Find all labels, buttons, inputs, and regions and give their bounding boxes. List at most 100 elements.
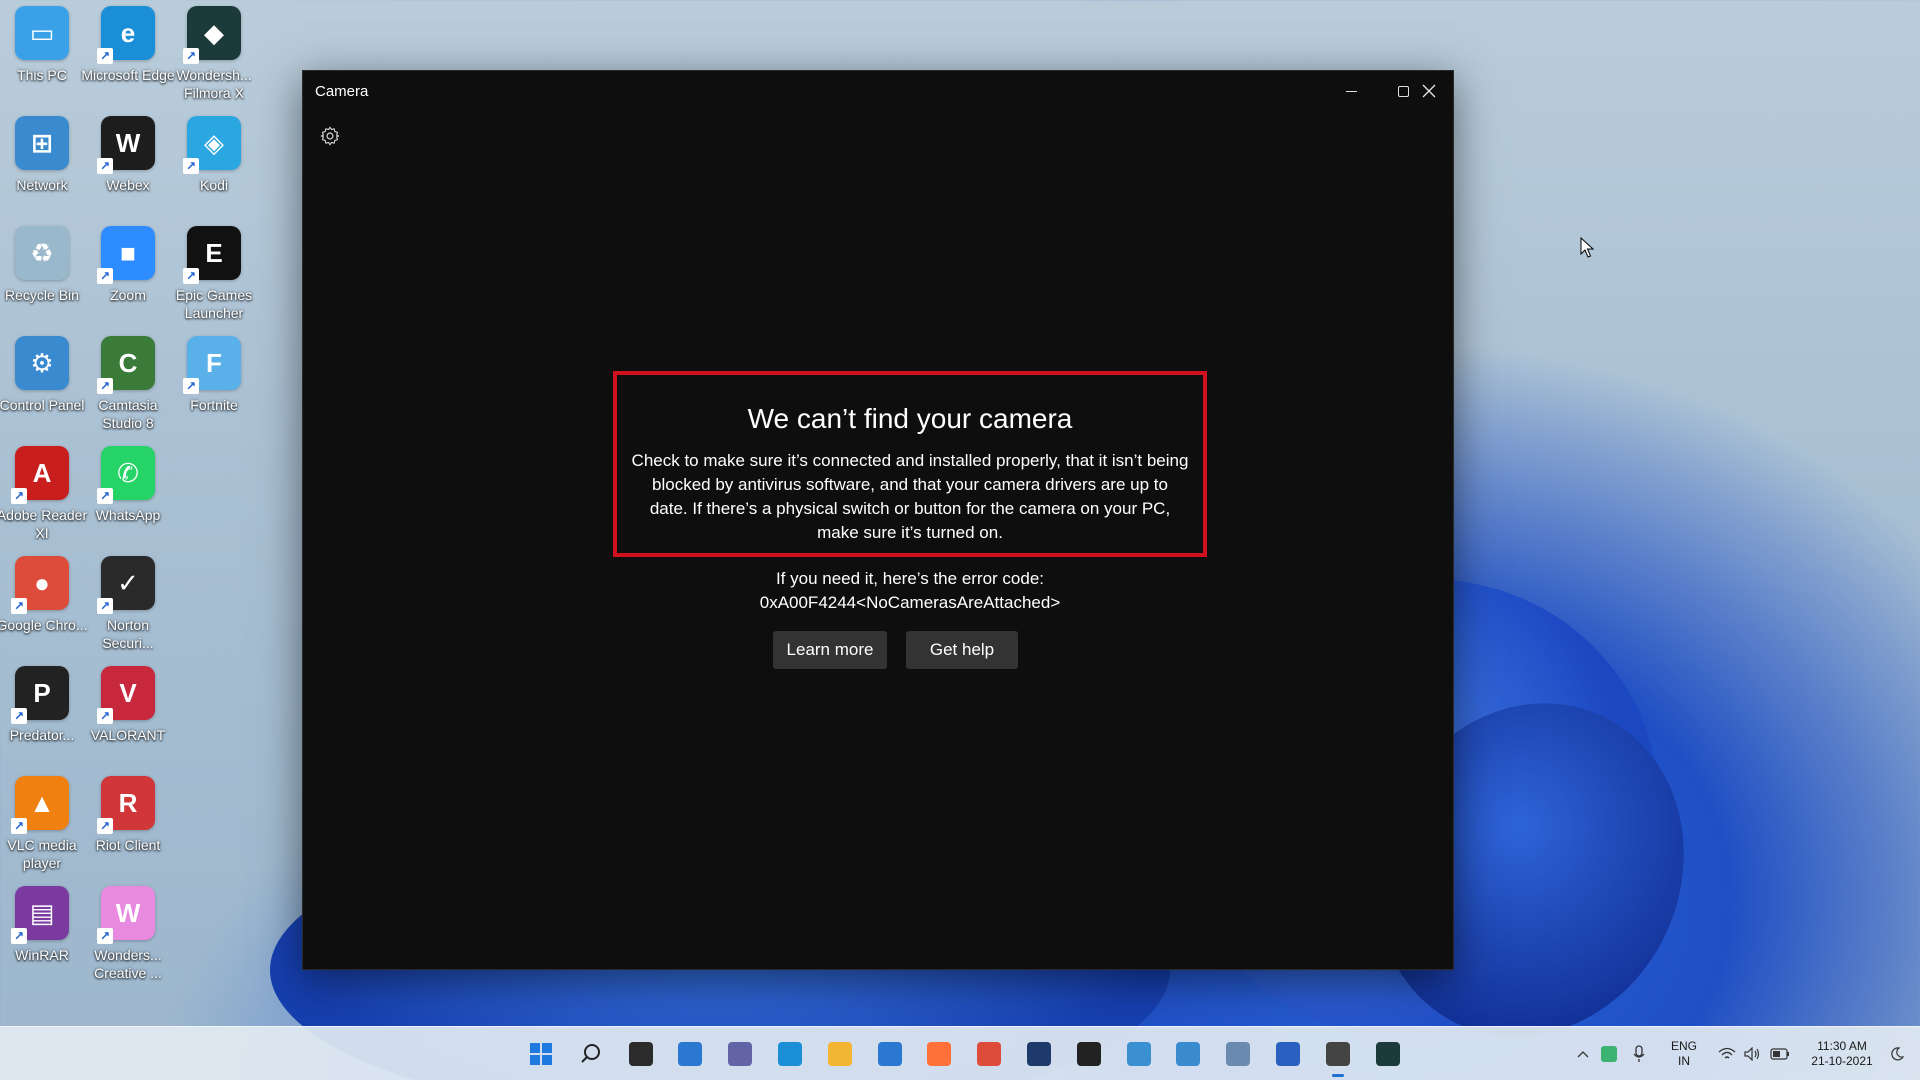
taskbar-button[interactable]	[823, 1037, 857, 1071]
globe-app-icon	[1127, 1042, 1151, 1066]
taskbar-button[interactable]	[1171, 1037, 1205, 1071]
desktop-icon[interactable]: ✆ ↗ WhatsApp	[85, 440, 171, 550]
shortcut-arrow-icon: ↗	[97, 158, 113, 174]
desktop-icon-label: Microsoft Edge	[81, 67, 175, 83]
desktop-icon-label: WinRAR	[15, 947, 69, 963]
store-icon	[1276, 1042, 1300, 1066]
settings-button[interactable]	[315, 121, 345, 151]
desktop-icon[interactable]: ⚙ Control Panel	[0, 330, 85, 440]
desktop-icon-label: Fortnite	[190, 397, 238, 413]
desktop-icon[interactable]: C ↗ Camtasia Studio 8	[85, 330, 171, 440]
task-view-icon	[629, 1042, 653, 1066]
wifi-icon	[1718, 1047, 1736, 1059]
edge-icon	[778, 1042, 802, 1066]
filmora-icon	[1376, 1042, 1400, 1066]
taskbar-button[interactable]	[1271, 1037, 1305, 1071]
desktop-icon[interactable]: ■ ↗ Zoom	[85, 220, 171, 330]
shortcut-arrow-icon: ↗	[183, 48, 199, 64]
desktop-icon[interactable]: ▤ ↗ WinRAR	[0, 880, 85, 990]
taskbar-button[interactable]	[873, 1037, 907, 1071]
desktop-icon[interactable]: ▭ This PC	[0, 0, 85, 110]
taskbar-button[interactable]	[922, 1037, 956, 1071]
desktop-icon[interactable]: W ↗ Webex	[85, 110, 171, 220]
desktop-icon[interactable]: ◈ ↗ Kodi	[171, 110, 257, 220]
title-bar[interactable]: Camera	[303, 71, 1453, 111]
desktop-icon[interactable]: ◆ ↗ Wondersh... Filmora X	[171, 0, 257, 110]
desktop-icon[interactable]: E ↗ Epic Games Launcher	[171, 220, 257, 330]
taskbar-button[interactable]	[624, 1037, 658, 1071]
moon-icon	[1891, 1047, 1904, 1061]
photos-icon	[1226, 1042, 1250, 1066]
desktop-icon[interactable]: ✓ ↗ Norton Securi...	[85, 550, 171, 660]
show-hidden-icons-button[interactable]	[1572, 1045, 1594, 1063]
firefox-icon	[927, 1042, 951, 1066]
start-icon	[529, 1042, 553, 1066]
minimize-button[interactable]	[1325, 71, 1377, 111]
taskbar-button[interactable]	[1022, 1037, 1056, 1071]
desktop-icon-label: Zoom	[110, 287, 146, 303]
microphone-button[interactable]	[1624, 1045, 1654, 1063]
whatsapp-icon: ✆ ↗	[97, 446, 155, 504]
desktop-icon[interactable]: F ↗ Fortnite	[171, 330, 257, 440]
desktop-icon[interactable]: V ↗ VALORANT	[85, 660, 171, 770]
close-button[interactable]	[1403, 71, 1455, 111]
battery-icon	[1770, 1048, 1789, 1060]
language-region: IN	[1678, 1054, 1690, 1068]
desktop-icon-label: WhatsApp	[95, 507, 161, 523]
desktop-icon-label: Wonders... Creative ...	[94, 947, 162, 981]
shortcut-arrow-icon: ↗	[97, 928, 113, 944]
tray-app-button[interactable]	[1594, 1046, 1624, 1062]
desktop-icon-label: This PC	[17, 67, 67, 83]
desktop-icon-label: Adobe Reader XI	[0, 507, 88, 541]
desktop-icon-label: Control Panel	[0, 397, 85, 413]
chevron-up-icon	[1577, 1051, 1589, 1058]
system-tray: ENG IN 11:30 AM 21-10-2021	[1572, 1027, 1910, 1080]
desktop-icon-label: Network	[16, 177, 68, 193]
shortcut-arrow-icon: ↗	[97, 598, 113, 614]
taskbar-button[interactable]	[574, 1037, 608, 1071]
desktop-icon-label: Norton Securi...	[102, 617, 154, 651]
clock[interactable]: 11:30 AM 21-10-2021	[1804, 1039, 1880, 1069]
mail-icon	[878, 1042, 902, 1066]
desktop-icon-label: Google Chro...	[0, 617, 88, 633]
desktop-icon[interactable]: ▲ ↗ VLC media player	[0, 770, 85, 880]
camtasia-icon: C ↗	[97, 336, 155, 394]
desktop-icon[interactable]: R ↗ Riot Client	[85, 770, 171, 880]
taskbar-button[interactable]	[972, 1037, 1006, 1071]
desktop-icon[interactable]: ⊞ Network	[0, 110, 85, 220]
microphone-icon	[1633, 1045, 1645, 1062]
taskbar-button[interactable]	[773, 1037, 807, 1071]
quick-settings-button[interactable]	[1718, 1047, 1790, 1061]
desktop-icon[interactable]: ● ↗ Google Chro...	[0, 550, 88, 660]
tray-app-icon	[1601, 1046, 1617, 1062]
taskbar-button[interactable]	[524, 1037, 558, 1071]
window-title: Camera	[315, 82, 369, 100]
taskbar-button[interactable]	[1321, 1037, 1355, 1077]
volume-icon	[1744, 1047, 1760, 1061]
desktop-icon-label: VALORANT	[90, 727, 166, 743]
shortcut-arrow-icon: ↗	[97, 708, 113, 724]
taskbar-button[interactable]	[673, 1037, 707, 1071]
desktop-icon[interactable]: ♻ Recycle Bin	[0, 220, 85, 330]
desktop-icon[interactable]: A ↗ Adobe Reader XI	[0, 440, 87, 550]
notifications-button[interactable]	[1884, 1047, 1910, 1061]
language-indicator[interactable]: ENG IN	[1662, 1039, 1706, 1069]
file-explorer-icon	[828, 1042, 852, 1066]
desktop-icon[interactable]: W ↗ Wonders... Creative ...	[85, 880, 171, 990]
taskbar-button[interactable]	[1371, 1037, 1405, 1071]
desktop-icon[interactable]: e ↗ Microsoft Edge	[81, 0, 175, 110]
taskbar-button[interactable]	[1072, 1037, 1106, 1071]
taskbar-button[interactable]	[723, 1037, 757, 1071]
get-help-button[interactable]: Get help	[906, 631, 1018, 669]
taskbar-button[interactable]	[1122, 1037, 1156, 1071]
winrar-icon: ▤ ↗	[11, 886, 69, 944]
desktop-icon[interactable]: P ↗ Predator...	[0, 660, 85, 770]
taskbar-button[interactable]	[1221, 1037, 1255, 1071]
shortcut-arrow-icon: ↗	[183, 158, 199, 174]
learn-more-button[interactable]: Learn more	[773, 631, 887, 669]
desktop-icon-grid: ▭ This PC e ↗ Microsoft Edge ◆ ↗ Wondersh... Fi…	[0, 0, 260, 1020]
desktop-icon-label: Webex	[106, 177, 150, 193]
desktop-icon-label: Camtasia Studio 8	[98, 397, 158, 431]
shortcut-arrow-icon: ↗	[183, 378, 199, 394]
shortcut-arrow-icon: ↗	[183, 268, 199, 284]
